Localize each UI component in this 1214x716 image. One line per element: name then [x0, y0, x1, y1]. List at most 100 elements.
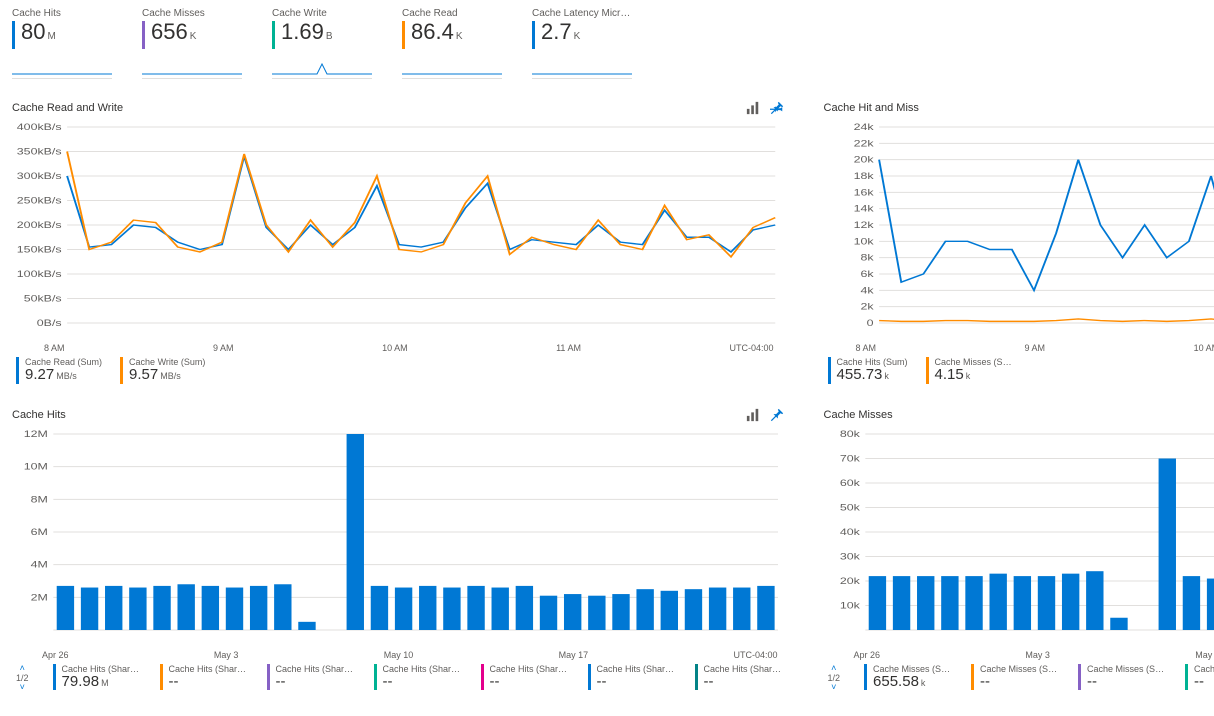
legend-pager[interactable]: ˄1/2˅	[16, 664, 29, 692]
svg-text:80k: 80k	[839, 429, 860, 439]
svg-text:4M: 4M	[31, 560, 48, 570]
legend-value: 4.15	[935, 366, 964, 383]
sparkline	[532, 59, 632, 79]
line-chart-read-write[interactable]: 0B/s50kB/s100kB/s150kB/s200kB/s250kB/s30…	[12, 121, 784, 341]
svg-text:0: 0	[866, 319, 873, 329]
svg-text:20k: 20k	[853, 155, 874, 165]
legend-value: --	[1194, 673, 1204, 690]
svg-text:16k: 16k	[853, 188, 874, 198]
svg-text:50kB/s: 50kB/s	[24, 294, 63, 304]
legend-unit: k	[884, 371, 889, 381]
x-axis-labels: Apr 26May 3May 10May 17UTC-04:00	[824, 650, 1214, 660]
metric-tile[interactable]: Cache Hits 80 M	[12, 8, 112, 79]
legend-value: --	[704, 673, 714, 690]
svg-text:10k: 10k	[853, 237, 874, 247]
legend-item[interactable]: Cache Hits (Sum)455.73k	[828, 357, 908, 384]
card-title: Cache Hits	[12, 409, 66, 421]
legend-item[interactable]: Cache Read (Sum)9.27MB/s	[16, 357, 102, 384]
svg-text:22k: 22k	[853, 139, 874, 149]
svg-text:18k: 18k	[853, 172, 874, 182]
chart-actions-icon[interactable]	[746, 408, 760, 422]
legend-item[interactable]: Cache Hits (Shard 4)...--	[481, 664, 570, 691]
svg-text:12k: 12k	[853, 221, 874, 231]
legend-item[interactable]: Cache Misses (Shard ...655.58k	[864, 664, 953, 691]
legend-item[interactable]: Cache Misses (Shard ...--	[1185, 664, 1214, 691]
tile-label: Cache Latency Microsecor	[532, 8, 632, 19]
sparkline	[12, 59, 112, 79]
legend-value: 79.98	[62, 673, 100, 690]
svg-text:20k: 20k	[839, 576, 860, 586]
legend-value: --	[597, 673, 607, 690]
metric-tile[interactable]: Cache Latency Microsecor 2.7 K	[532, 8, 632, 79]
legend-unit: MB/s	[56, 371, 77, 381]
legend-item[interactable]: Cache Hits (Shard 5)...--	[588, 664, 677, 691]
legend-row: ˄1/2˅ Cache Misses (Shard ...655.58k Cache…	[824, 664, 1214, 692]
pin-icon[interactable]	[770, 408, 784, 422]
legend-value: 9.27	[25, 366, 54, 383]
card-cache-misses-bar: Cache Misses 10k20k30k40k50k60k70k80k Ap…	[824, 408, 1214, 692]
svg-text:350kB/s: 350kB/s	[17, 147, 62, 157]
svg-text:300kB/s: 300kB/s	[17, 172, 62, 182]
tile-value: 656	[151, 21, 188, 43]
legend-item[interactable]: Cache Misses (Sum)4.15k	[926, 357, 1015, 384]
tile-unit: K	[190, 31, 197, 42]
tile-unit: B	[326, 31, 333, 42]
svg-text:40k: 40k	[839, 527, 860, 537]
legend-value: 9.57	[129, 366, 158, 383]
legend-item[interactable]: Cache Misses (Shard ...--	[971, 664, 1060, 691]
tile-value: 80	[21, 21, 45, 43]
legend-value: --	[276, 673, 286, 690]
tile-unit: M	[47, 31, 55, 42]
chart-actions-icon[interactable]	[746, 101, 760, 115]
legend-name: Cache Hits (Shard 6)...	[704, 664, 784, 674]
chevron-down-icon[interactable]: ˅	[831, 683, 836, 692]
sparkline	[142, 59, 242, 79]
bar-chart-misses[interactable]: 10k20k30k40k50k60k70k80k	[824, 428, 1214, 648]
chevron-up-icon[interactable]: ˄	[831, 664, 836, 673]
svg-text:24k: 24k	[853, 123, 874, 133]
tile-label: Cache Read	[402, 8, 502, 19]
svg-text:2M: 2M	[31, 592, 48, 602]
legend-name: Cache Hits (Shard 4)...	[490, 664, 570, 674]
tile-value: 2.7	[541, 21, 572, 43]
legend-name: Cache Hits (Shard 1)...	[169, 664, 249, 674]
chevron-down-icon[interactable]: ˅	[20, 683, 25, 692]
pin-icon[interactable]	[770, 101, 784, 115]
legend-item[interactable]: Cache Hits (Shard 6)...--	[695, 664, 784, 691]
legend-name: Cache Hits (Shard 3)...	[383, 664, 463, 674]
svg-text:2k: 2k	[860, 302, 874, 312]
svg-text:12M: 12M	[24, 429, 48, 439]
legend-item[interactable]: Cache Hits (Shard 1)...--	[160, 664, 249, 691]
bar-chart-hits[interactable]: 2M4M6M8M10M12M	[12, 428, 784, 648]
chevron-up-icon[interactable]: ˄	[20, 664, 25, 673]
x-axis-labels: Apr 26May 3May 10May 17UTC-04:00	[12, 650, 784, 660]
metric-tile[interactable]: Cache Misses 656 K	[142, 8, 242, 79]
line-chart-hit-miss[interactable]: 02k4k6k8k10k12k14k16k18k20k22k24k	[824, 121, 1214, 341]
tile-label: Cache Hits	[12, 8, 112, 19]
svg-text:200kB/s: 200kB/s	[17, 221, 62, 231]
sparkline	[402, 59, 502, 79]
svg-text:8k: 8k	[860, 253, 874, 263]
metric-tile[interactable]: Cache Write 1.69 B	[272, 8, 372, 79]
svg-text:8M: 8M	[31, 494, 48, 504]
legend-item[interactable]: Cache Write (Sum)9.57MB/s	[120, 357, 205, 384]
legend-item[interactable]: Cache Hits (Shard 2)...--	[267, 664, 356, 691]
svg-text:100kB/s: 100kB/s	[17, 270, 62, 280]
legend-pager[interactable]: ˄1/2˅	[828, 664, 841, 692]
legend-unit: M	[101, 678, 109, 688]
svg-text:150kB/s: 150kB/s	[17, 245, 62, 255]
card-cache-hit-miss: Cache Hit and Miss 02k4k6k8k10k12k14k16k…	[824, 101, 1214, 384]
legend-item[interactable]: Cache Misses (Shard ...--	[1078, 664, 1167, 691]
legend-value: --	[490, 673, 500, 690]
legend-item[interactable]: Cache Hits (Shard 3)...--	[374, 664, 463, 691]
svg-text:6k: 6k	[860, 270, 874, 280]
legend-unit: k	[966, 371, 971, 381]
legend-item[interactable]: Cache Hits (Shard 0)...79.98M	[53, 664, 142, 691]
tile-value: 1.69	[281, 21, 324, 43]
legend-name: Cache Misses (Shard ...	[1087, 664, 1167, 674]
legend-name: Cache Misses (Shard ...	[980, 664, 1060, 674]
svg-text:50k: 50k	[839, 503, 860, 513]
card-cache-hits-bar: Cache Hits 2M4M6M8M10M12M Apr 26May 3May…	[12, 408, 784, 692]
metric-tiles-row: Cache Hits 80 M Cache Misses 656 K Cache…	[12, 8, 1202, 79]
metric-tile[interactable]: Cache Read 86.4 K	[402, 8, 502, 79]
